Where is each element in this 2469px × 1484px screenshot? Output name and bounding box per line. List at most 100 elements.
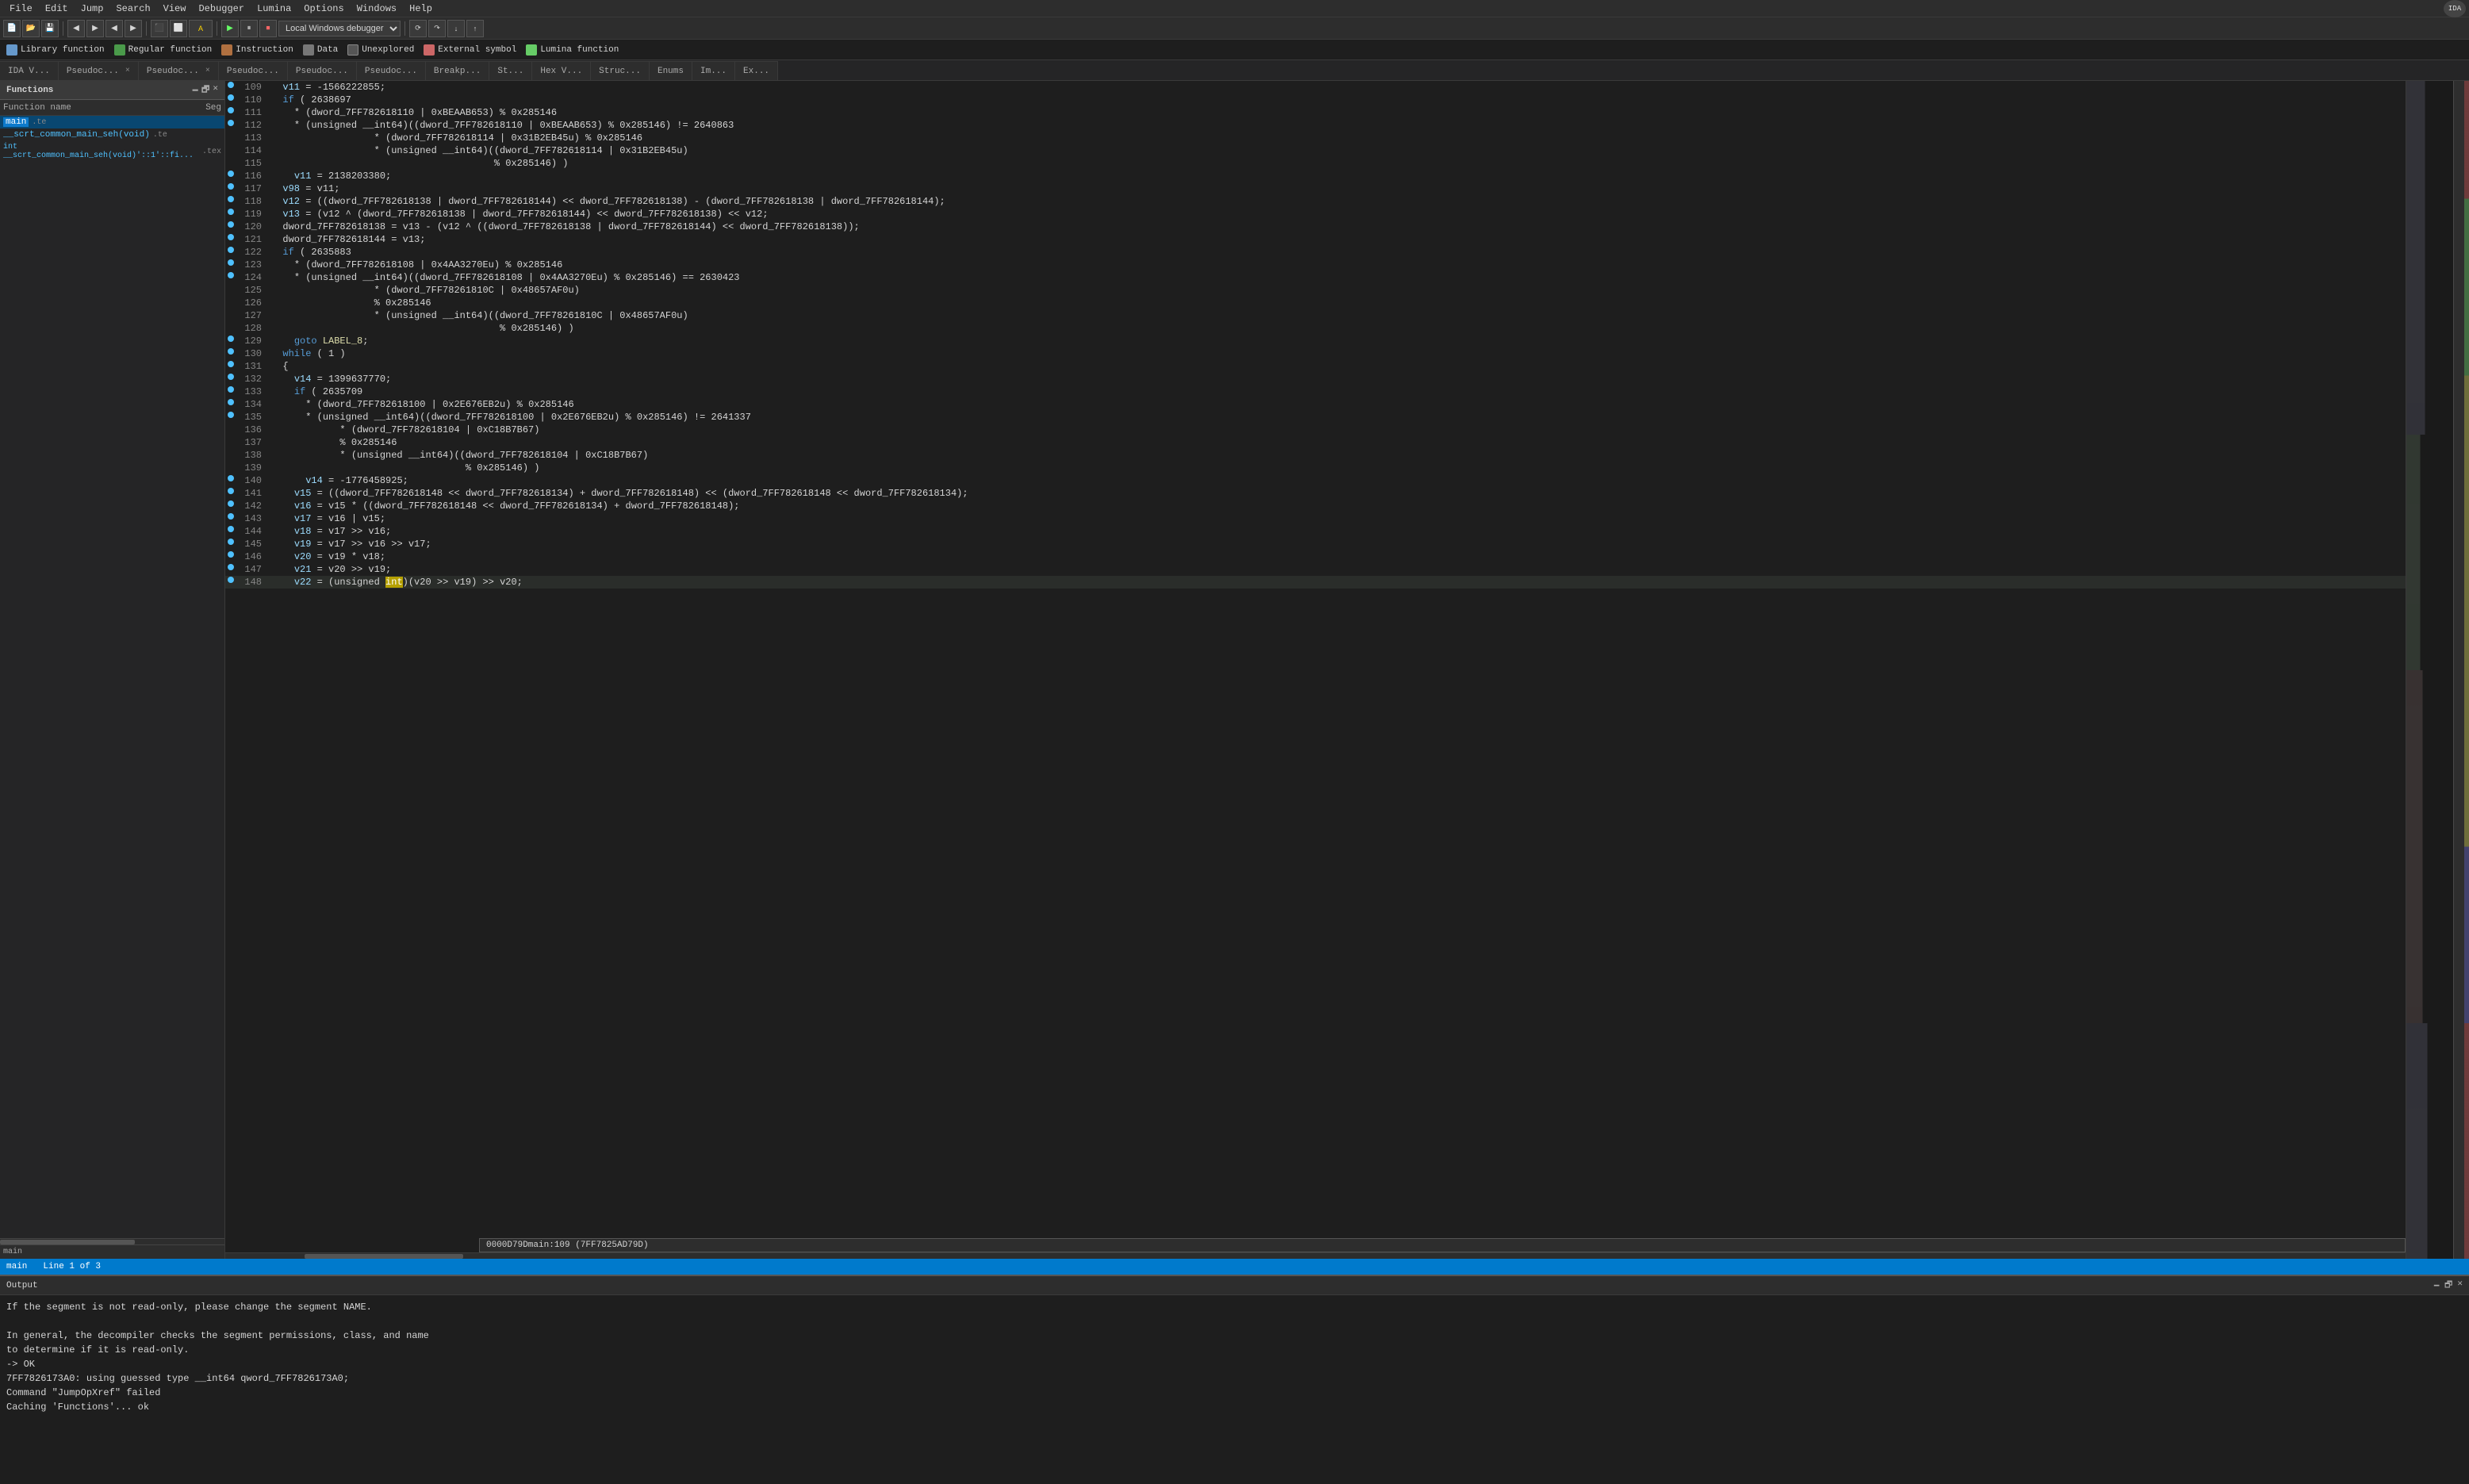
toolbar-back[interactable]: ◀ — [67, 20, 85, 37]
menu-file[interactable]: File — [3, 2, 39, 16]
tab-breakpoints-label: Breakp... — [434, 67, 481, 76]
line-133: 133 if ( 2635709 — [225, 385, 2406, 398]
num-128: 128 — [236, 322, 268, 335]
tab-enums[interactable]: Enums — [650, 61, 692, 80]
nav-lumina-label: Lumina function — [540, 45, 619, 55]
output-close[interactable]: ✕ — [2457, 1278, 2463, 1293]
dot-131 — [225, 360, 236, 367]
code-144: v18 = v17 >> v16; — [268, 525, 2406, 538]
status-bar: main Line 1 of 3 — [0, 1259, 2469, 1275]
toolbar-hex[interactable]: A — [189, 20, 213, 37]
code-content[interactable]: 109 v11 = -1566222855; 110 if ( 2638697 … — [225, 81, 2406, 1240]
menu-edit[interactable]: Edit — [39, 2, 75, 16]
toolbar-run[interactable]: ▶ — [221, 20, 239, 37]
code-130: while ( 1 ) — [268, 347, 2406, 360]
tab-pseudo5[interactable]: Pseudoc... — [357, 61, 426, 80]
minimize-icon[interactable]: 🗕 — [192, 82, 198, 98]
menu-jump[interactable]: Jump — [75, 2, 110, 16]
tab-pseudo2[interactable]: Pseudoc... × — [139, 61, 219, 80]
menu-search[interactable]: Search — [109, 2, 156, 16]
toolbar-stepout[interactable]: ↑ — [466, 20, 484, 37]
toolbar-back2[interactable]: ◀ — [105, 20, 123, 37]
tab-breakpoints[interactable]: Breakp... — [426, 61, 489, 80]
toolbar-stepover[interactable]: ↷ — [428, 20, 446, 37]
line-135: 135 * (unsigned __int64)((dword_7FF78261… — [225, 411, 2406, 424]
toolbar-pause[interactable]: ⏸ — [240, 20, 258, 37]
menu-lumina[interactable]: Lumina — [251, 2, 297, 16]
toolbar-save[interactable]: 💾 — [41, 20, 59, 37]
toolbar-stepinto[interactable]: ↓ — [447, 20, 465, 37]
toolbar: 📄 📂 💾 ◀ ▶ ◀ ▶ ⬛ ⬜ A ▶ ⏸ ⏹ Local Windows … — [0, 17, 2469, 40]
nav-regular[interactable]: Regular function — [114, 44, 213, 56]
dot-133 — [225, 385, 236, 393]
code-145: v19 = v17 >> v16 >> v17; — [268, 538, 2406, 550]
menu-help[interactable]: Help — [403, 2, 439, 16]
tab-pseudo2-close[interactable]: × — [205, 67, 210, 75]
code-124: * (unsigned __int64)((dword_7FF782618108… — [268, 271, 2406, 284]
tab-pseudo1[interactable]: Pseudoc... × — [59, 61, 139, 80]
minimap-content — [2406, 81, 2453, 1259]
menu-debugger[interactable]: Debugger — [192, 2, 251, 16]
line-134: 134 * (dword_7FF782618100 | 0x2E676EB2u)… — [225, 398, 2406, 411]
output-content[interactable]: If the segment is not read-only, please … — [0, 1295, 2469, 1465]
dot-110 — [225, 94, 236, 101]
tab-hexview[interactable]: Hex V... — [532, 61, 591, 80]
nav-external[interactable]: External symbol — [424, 44, 516, 56]
output-minimize[interactable]: 🗕 — [2433, 1278, 2440, 1293]
main-layout: Functions 🗕 🗗 ✕ Function name Seg main .… — [0, 81, 2469, 1259]
tab-pseudo4[interactable]: Pseudoc... — [288, 61, 357, 80]
toolbar-attach[interactable]: ⟳ — [409, 20, 427, 37]
toolbar-forward2[interactable]: ▶ — [125, 20, 142, 37]
code-125: * (dword_7FF78261810C | 0x48657AF0u) — [268, 284, 2406, 297]
tab-pseudo1-close[interactable]: × — [125, 67, 130, 75]
tab-imports[interactable]: Im... — [692, 61, 735, 80]
toolbar-new[interactable]: 📄 — [3, 20, 21, 37]
code-scrollbar-thumb[interactable] — [305, 1254, 463, 1259]
code-129: goto LABEL_8; — [268, 335, 2406, 347]
line-132: 132 v14 = 1399637770; — [225, 373, 2406, 385]
nav-library[interactable]: Library function — [6, 44, 105, 56]
nav-unexplored[interactable]: Unexplored — [347, 44, 414, 56]
ida-logo: IDA — [2444, 0, 2466, 17]
nav-lumina[interactable]: Lumina function — [526, 44, 619, 56]
code-112: * (unsigned __int64)((dword_7FF782618110… — [268, 119, 2406, 132]
func-scrt[interactable]: __scrt_common_main_seh(void) .te — [0, 128, 224, 141]
tab-idav[interactable]: IDA V... — [0, 61, 59, 80]
toolbar-forward[interactable]: ▶ — [86, 20, 104, 37]
tab-pseudo3[interactable]: Pseudoc... — [219, 61, 288, 80]
code-scrollbar[interactable] — [225, 1252, 2406, 1259]
func-main[interactable]: main .te — [0, 116, 224, 128]
num-135: 135 — [236, 411, 268, 424]
menu-windows[interactable]: Windows — [351, 2, 403, 16]
line-124: 124 * (unsigned __int64)((dword_7FF78261… — [225, 271, 2406, 284]
line-138: 138 * (unsigned __int64)((dword_7FF78261… — [225, 449, 2406, 462]
toolbar-stop[interactable]: ⏹ — [259, 20, 277, 37]
output-maximize[interactable]: 🗗 — [2444, 1278, 2452, 1293]
tab-exports[interactable]: Ex... — [735, 61, 778, 80]
nav-instruction[interactable]: Instruction — [221, 44, 293, 56]
toolbar-open[interactable]: 📂 — [22, 20, 40, 37]
nav-data[interactable]: Data — [303, 44, 338, 56]
tab-structures[interactable]: Struc... — [591, 61, 650, 80]
line-126: 126 % 0x285146 — [225, 297, 2406, 309]
functions-subheader: Function name Seg — [0, 100, 224, 116]
left-panel-scrollbar[interactable] — [0, 1238, 224, 1244]
maximize-icon[interactable]: 🗗 — [201, 82, 209, 98]
panel-header-icons: 🗕 🗗 ✕ — [192, 82, 218, 98]
close-icon[interactable]: ✕ — [213, 82, 218, 98]
tab-structs[interactable]: St... — [489, 61, 532, 80]
debugger-select[interactable]: Local Windows debugger — [278, 21, 401, 36]
functions-title: Functions — [6, 86, 53, 95]
func-scrt2[interactable]: int __scrt_common_main_seh(void)'::1'::f… — [0, 141, 224, 162]
line-137: 137 % 0x285146 — [225, 436, 2406, 449]
code-140: v14 = -1776458925; — [268, 474, 2406, 487]
menu-view[interactable]: View — [157, 2, 193, 16]
scrollbar-thumb[interactable] — [0, 1240, 135, 1244]
num-140: 140 — [236, 474, 268, 487]
num-132: 132 — [236, 373, 268, 385]
code-121: dword_7FF782618144 = v13; — [268, 233, 2406, 246]
code-116: v11 = 2138203380; — [268, 170, 2406, 182]
toolbar-btn2[interactable]: ⬜ — [170, 20, 187, 37]
menu-options[interactable]: Options — [297, 2, 350, 16]
toolbar-btn1[interactable]: ⬛ — [151, 20, 168, 37]
